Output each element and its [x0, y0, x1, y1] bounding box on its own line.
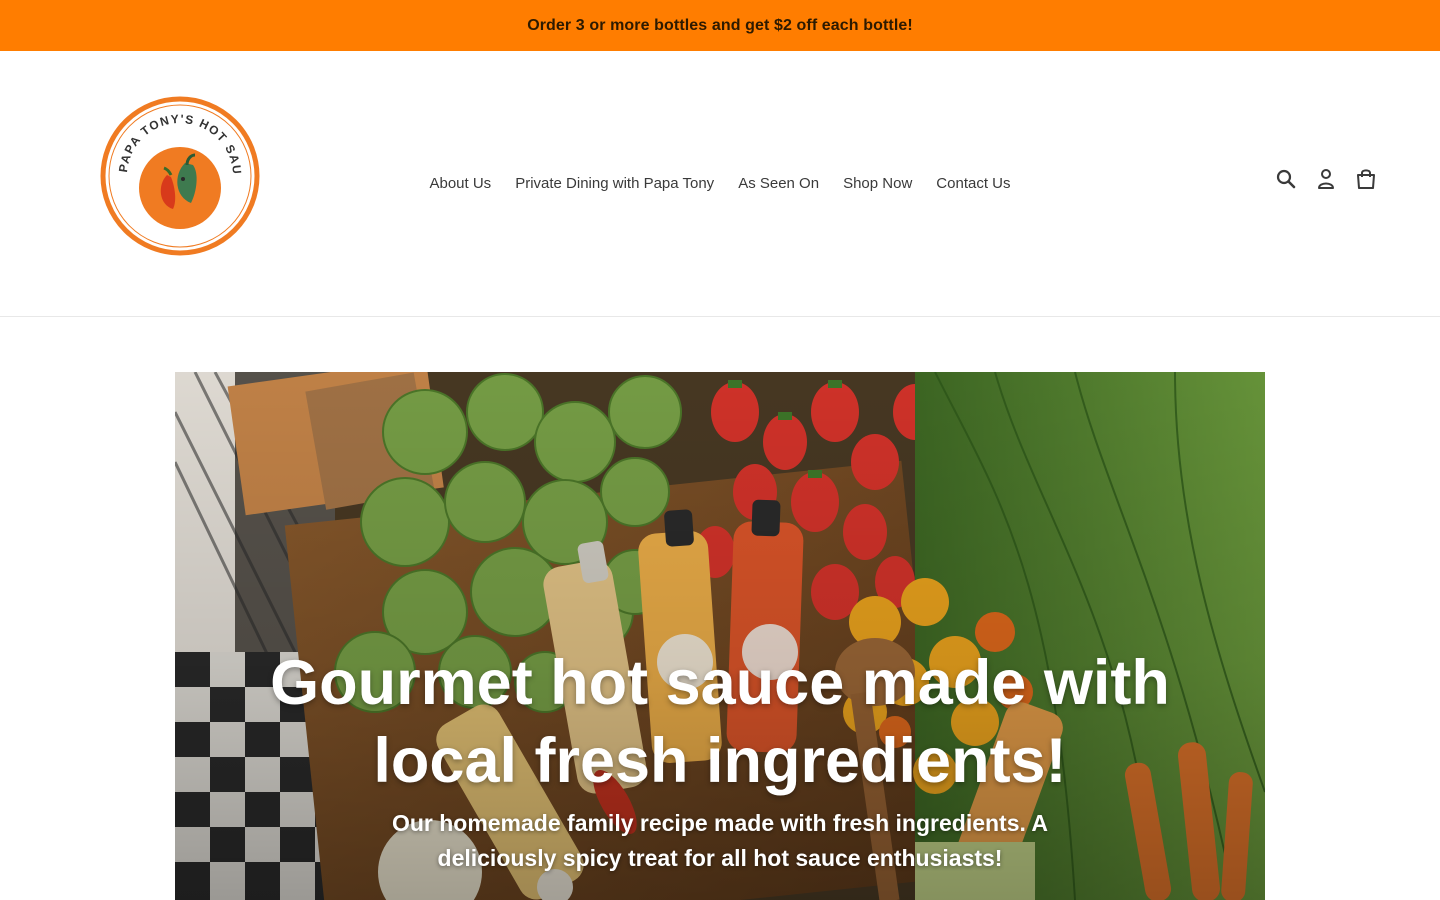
site-logo[interactable]: PAPA TONY'S HOT SAUCE	[97, 93, 263, 259]
nav-item-shop-now[interactable]: Shop Now	[831, 175, 924, 192]
account-icon	[1318, 169, 1334, 189]
site-header: PAPA TONY'S HOT SAUCE About Us Private D…	[0, 51, 1440, 317]
nav-item-about-us[interactable]: About Us	[417, 175, 503, 192]
hero-banner[interactable]: Gourmet hot sauce made with local fresh …	[175, 372, 1265, 900]
nav-item-private-dining[interactable]: Private Dining with Papa Tony	[503, 175, 726, 192]
nav-item-as-seen-on[interactable]: As Seen On	[726, 175, 831, 192]
cart-icon	[1357, 169, 1375, 189]
hero-title: Gourmet hot sauce made with local fresh …	[270, 648, 1170, 796]
nav-item-contact-us[interactable]: Contact Us	[924, 175, 1022, 192]
nav-list: About Us Private Dining with Papa Tony A…	[417, 175, 1022, 192]
search-button[interactable]	[1274, 166, 1298, 192]
header-icons	[1258, 166, 1378, 192]
cart-button[interactable]	[1354, 166, 1378, 192]
search-icon	[1276, 169, 1296, 189]
announcement-bar: Order 3 or more bottles and get $2 off e…	[0, 0, 1440, 51]
hero-subtitle: Our homemade family recipe made with fre…	[391, 810, 1049, 871]
logo-badge: PAPA TONY'S HOT SAUCE	[97, 93, 260, 256]
account-button[interactable]	[1314, 166, 1338, 192]
announcement-text[interactable]: Order 3 or more bottles and get $2 off e…	[527, 17, 913, 35]
